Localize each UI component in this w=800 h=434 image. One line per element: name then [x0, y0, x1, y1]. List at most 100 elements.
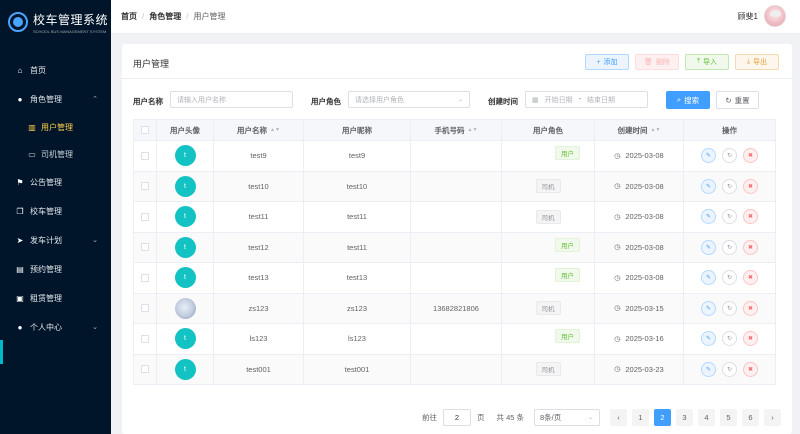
- sidebar-subitem-driver[interactable]: ▭ 司机管理: [0, 141, 111, 168]
- sidebar-item-rent[interactable]: ▣ 租赁管理: [0, 284, 111, 312]
- logo-icon: [8, 12, 28, 32]
- edit-icon[interactable]: ✎: [701, 178, 716, 194]
- created-date: 2025-03-16: [625, 334, 664, 344]
- search-button[interactable]: ⌕ 搜索: [666, 91, 710, 109]
- trash-icon[interactable]: ✖: [743, 270, 758, 286]
- sidebar-item-notice[interactable]: ⚑ 公告管理: [0, 168, 111, 196]
- date-range-picker[interactable]: ▦ 开始日期 - 结束日期: [525, 91, 648, 108]
- edit-icon[interactable]: ✎: [701, 331, 716, 347]
- sidebar-item-plan[interactable]: ➤ 发车计划 ⌄: [0, 226, 111, 254]
- role-tag: 司机: [535, 301, 561, 316]
- refresh-icon[interactable]: ↻: [722, 331, 737, 347]
- edit-icon[interactable]: ✎: [701, 209, 716, 225]
- avatar: t: [174, 267, 196, 289]
- refresh-icon[interactable]: ↻: [722, 178, 737, 194]
- avatar: t: [174, 206, 196, 228]
- page-button-1[interactable]: 1: [632, 409, 650, 426]
- sidebar-item-booking[interactable]: ▤ 预约管理: [0, 255, 111, 283]
- refresh-icon[interactable]: ↻: [722, 148, 737, 164]
- created-cell: ◷ 2025-03-08: [595, 232, 684, 263]
- username-cell: test001: [214, 354, 304, 385]
- trash-icon[interactable]: ✖: [743, 209, 758, 225]
- avatar[interactable]: [764, 5, 786, 27]
- username[interactable]: 顾斐1: [738, 11, 758, 22]
- role-filter-select[interactable]: 请选择用户角色 ⌄: [348, 91, 470, 108]
- row-checkbox[interactable]: [141, 182, 149, 191]
- page-button-2[interactable]: 2: [654, 409, 672, 426]
- phone-cell: [411, 324, 502, 355]
- col-phone[interactable]: 手机号码 ▲▼: [411, 120, 502, 141]
- col-username[interactable]: 用户名称 ▲▼: [214, 120, 304, 141]
- sidebar-item-role[interactable]: ● 角色管理 ⌃: [0, 85, 111, 113]
- import-button-label: 导入: [703, 59, 718, 66]
- sort-icon[interactable]: ▲▼: [651, 127, 661, 133]
- trash-icon[interactable]: ✖: [743, 331, 758, 347]
- clock-icon: ◷: [614, 183, 621, 191]
- sort-icon[interactable]: ▲▼: [468, 127, 478, 133]
- sidebar-item-home[interactable]: ⌂ 首页: [0, 56, 111, 84]
- nickname-cell: test9: [304, 141, 411, 172]
- refresh-icon[interactable]: ↻: [722, 209, 737, 225]
- app-subtitle: SCHOOL BUS MANAGEMENT SYSTEM: [33, 28, 107, 34]
- username-filter-input[interactable]: 请输入用户名称: [170, 91, 293, 108]
- trash-icon[interactable]: ✖: [743, 178, 758, 194]
- username-cell: ls123: [214, 324, 304, 355]
- trash-icon[interactable]: ✖: [743, 239, 758, 255]
- row-checkbox[interactable]: [141, 273, 149, 282]
- nickname-cell: test11: [304, 232, 411, 263]
- logo: 校车管理系统 SCHOOL BUS MANAGEMENT SYSTEM: [0, 0, 111, 44]
- avatar-cell: t: [157, 324, 214, 355]
- next-page-button[interactable]: ›: [764, 409, 782, 426]
- reset-button[interactable]: ↻ 重置: [716, 91, 759, 109]
- edit-icon[interactable]: ✎: [701, 148, 716, 164]
- created-date: 2025-03-08: [625, 212, 664, 222]
- avatar: t: [174, 236, 196, 258]
- row-checkbox[interactable]: [141, 334, 149, 343]
- chevron-down-icon: ⌄: [92, 324, 98, 331]
- created-date: 2025-03-08: [625, 151, 664, 161]
- username-cell: test12: [214, 232, 304, 263]
- row-checkbox[interactable]: [141, 243, 149, 252]
- prev-page-button[interactable]: ‹: [610, 409, 628, 426]
- edit-icon[interactable]: ✎: [701, 270, 716, 286]
- export-button[interactable]: ⤓ 导出: [735, 54, 779, 70]
- page-button-6[interactable]: 6: [742, 409, 760, 426]
- import-button[interactable]: ⤒ 导入: [685, 54, 729, 70]
- page-button-4[interactable]: 4: [698, 409, 716, 426]
- breadcrumb-current: 用户管理: [193, 12, 226, 21]
- role-cell: 司机: [502, 171, 595, 202]
- refresh-icon[interactable]: ↻: [722, 239, 737, 255]
- row-checkbox[interactable]: [141, 365, 149, 374]
- add-button[interactable]: + 添加: [585, 54, 629, 70]
- upload-icon: ⤒: [696, 58, 701, 65]
- page-button-5[interactable]: 5: [720, 409, 738, 426]
- edit-icon[interactable]: ✎: [701, 239, 716, 255]
- row-checkbox[interactable]: [141, 151, 149, 160]
- edit-icon[interactable]: ✎: [701, 300, 716, 316]
- nickname-cell: test001: [304, 354, 411, 385]
- user-menu[interactable]: 顾斐1: [738, 5, 786, 27]
- trash-icon[interactable]: ✖: [743, 361, 758, 377]
- edit-icon[interactable]: ✎: [701, 361, 716, 377]
- refresh-icon[interactable]: ↻: [722, 270, 737, 286]
- role-cell: 用户: [502, 263, 595, 294]
- page-size-select[interactable]: 8条/页 ⌄: [534, 409, 601, 426]
- refresh-icon[interactable]: ↻: [722, 361, 737, 377]
- chevron-down-icon: ⌄: [457, 97, 463, 103]
- select-all-checkbox[interactable]: [141, 126, 149, 134]
- delete-button[interactable]: 🗑 删除: [635, 54, 679, 70]
- sidebar-item-bus[interactable]: ❐ 校车管理: [0, 197, 111, 225]
- goto-page-input[interactable]: 2: [443, 409, 471, 426]
- sidebar-subitem-user[interactable]: ▥ 用户管理: [0, 114, 111, 141]
- col-created[interactable]: 创建时间 ▲▼: [595, 120, 684, 141]
- sort-icon[interactable]: ▲▼: [270, 127, 280, 133]
- breadcrumb-role[interactable]: 角色管理: [149, 11, 181, 22]
- refresh-icon[interactable]: ↻: [722, 300, 737, 316]
- breadcrumb-home[interactable]: 首页: [121, 11, 137, 22]
- trash-icon[interactable]: ✖: [743, 148, 758, 164]
- row-checkbox[interactable]: [141, 304, 149, 313]
- row-checkbox[interactable]: [141, 212, 149, 221]
- trash-icon[interactable]: ✖: [743, 300, 758, 316]
- sidebar-item-profile[interactable]: ● 个人中心 ⌄: [0, 313, 111, 341]
- page-button-3[interactable]: 3: [676, 409, 694, 426]
